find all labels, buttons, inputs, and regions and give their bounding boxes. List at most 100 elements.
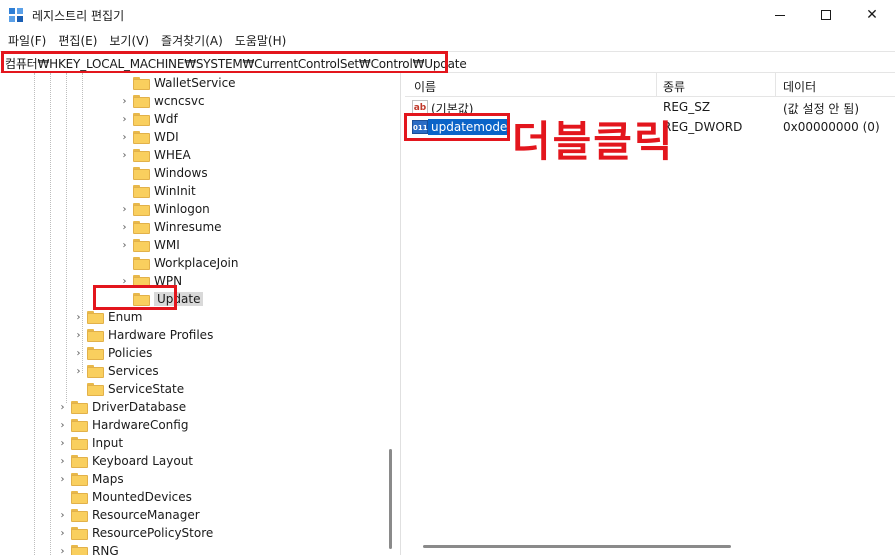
list-horizontal-scrollbar[interactable] xyxy=(405,537,895,555)
tree-item-label: Wdf xyxy=(154,112,178,126)
chevron-right-icon[interactable]: › xyxy=(58,474,67,485)
tree-item-label: Enum xyxy=(108,310,143,324)
folder-icon xyxy=(133,274,150,288)
maximize-button[interactable] xyxy=(803,0,849,30)
chevron-right-icon[interactable]: › xyxy=(120,276,129,287)
tree-item[interactable]: › DriverDatabase xyxy=(58,398,187,416)
folder-icon xyxy=(71,544,88,555)
tree-item[interactable]: › Input xyxy=(58,434,124,452)
tree-item-label: Input xyxy=(92,436,124,450)
tree-item[interactable]: › Winresume xyxy=(120,218,222,236)
tree-item[interactable]: WalletService xyxy=(120,74,236,92)
tree-item-label: DriverDatabase xyxy=(92,400,187,414)
tree-item[interactable]: › Maps xyxy=(58,470,124,488)
chevron-right-icon[interactable]: › xyxy=(58,510,67,521)
chevron-right-icon[interactable]: › xyxy=(74,312,83,323)
chevron-right-icon[interactable]: › xyxy=(74,330,83,341)
chevron-right-icon[interactable]: › xyxy=(120,222,129,233)
chevron-right-icon[interactable]: › xyxy=(120,132,129,143)
chevron-right-icon[interactable]: › xyxy=(58,438,67,449)
tree-scrollbar[interactable] xyxy=(385,73,400,555)
tree-item[interactable]: › WHEA xyxy=(120,146,191,164)
chevron-right-icon[interactable]: › xyxy=(58,456,67,467)
tree-item-label: MountedDevices xyxy=(92,490,192,504)
menu-edit[interactable]: 편집(E) xyxy=(52,32,103,49)
tree-item[interactable]: › Keyboard Layout xyxy=(58,452,194,470)
tree-item-label: wcncsvc xyxy=(154,94,205,108)
address-bar[interactable]: 컴퓨터₩HKEY_LOCAL_MACHINE₩SYSTEM₩CurrentCon… xyxy=(0,51,895,73)
tree-guide-line xyxy=(66,73,67,403)
menu-favorites[interactable]: 즐겨찾기(A) xyxy=(155,32,229,49)
tree-item[interactable]: › ResourcePolicyStore xyxy=(58,524,214,542)
tree-item[interactable]: › WDI xyxy=(120,128,179,146)
tree-item-label: WalletService xyxy=(154,76,236,90)
chevron-right-icon[interactable]: › xyxy=(120,96,129,107)
tree-item[interactable]: › Hardware Profiles xyxy=(74,326,214,344)
folder-icon xyxy=(71,400,88,414)
tree-item[interactable]: › Policies xyxy=(74,344,153,362)
folder-icon xyxy=(71,472,88,486)
tree-item[interactable]: › wcncsvc xyxy=(120,92,205,110)
tree-item[interactable]: MountedDevices xyxy=(58,488,192,506)
folder-icon xyxy=(87,310,104,324)
tree-item-label: WHEA xyxy=(154,148,191,162)
column-separator[interactable] xyxy=(775,73,776,97)
value-name-selected[interactable]: updatemode xyxy=(428,119,511,135)
folder-icon xyxy=(71,418,88,432)
chevron-right-icon[interactable]: › xyxy=(74,348,83,359)
chevron-right-icon[interactable]: › xyxy=(58,528,67,539)
value-name: (기본값) xyxy=(431,102,474,116)
double-click-annotation: 더블클릭 xyxy=(512,117,675,166)
menu-help[interactable]: 도움말(H) xyxy=(229,32,293,49)
column-data[interactable]: 데이터 xyxy=(783,78,816,95)
close-button[interactable]: ✕ xyxy=(849,0,895,30)
tree-item[interactable]: › HardwareConfig xyxy=(58,416,189,434)
tree-item-label: ResourcePolicyStore xyxy=(92,526,214,540)
tree-item[interactable]: WorkplaceJoin xyxy=(120,254,239,272)
chevron-right-icon[interactable]: › xyxy=(74,366,83,377)
tree-item[interactable]: › Winlogon xyxy=(120,200,210,218)
folder-icon xyxy=(71,436,88,450)
value-data: 0x00000000 (0) xyxy=(783,120,880,134)
tree-item-label: Maps xyxy=(92,472,124,486)
tree-item[interactable]: › Services xyxy=(74,362,159,380)
chevron-right-icon[interactable]: › xyxy=(120,114,129,125)
tree-item-label: Winlogon xyxy=(154,202,210,216)
title-bar[interactable]: 레지스트리 편집기 ✕ xyxy=(0,0,895,30)
chevron-right-icon[interactable]: › xyxy=(58,402,67,413)
tree-item[interactable]: › WPN xyxy=(120,272,183,290)
menu-view[interactable]: 보기(V) xyxy=(103,32,155,49)
tree-item[interactable]: Windows xyxy=(120,164,208,182)
folder-icon xyxy=(133,130,150,144)
tree-item[interactable]: › Enum xyxy=(74,308,143,326)
tree-scrollbar-thumb[interactable] xyxy=(389,449,392,549)
tree-item[interactable]: Update xyxy=(120,290,204,308)
chevron-right-icon[interactable]: › xyxy=(58,546,67,555)
folder-icon xyxy=(71,526,88,540)
minimize-button[interactable] xyxy=(757,0,803,30)
list-scrollbar-thumb[interactable] xyxy=(423,545,731,548)
chevron-right-icon[interactable]: › xyxy=(58,420,67,431)
folder-icon xyxy=(133,166,150,180)
tree-item[interactable]: › RNG xyxy=(58,542,119,555)
column-type[interactable]: 종류 xyxy=(663,78,685,95)
tree-item[interactable]: ServiceState xyxy=(74,380,184,398)
tree-item[interactable]: › WMI xyxy=(120,236,180,254)
column-separator[interactable] xyxy=(656,73,657,97)
folder-icon xyxy=(133,76,150,90)
chevron-right-icon[interactable]: › xyxy=(120,204,129,215)
key-tree[interactable]: WalletService › wcncsvc › Wdf › WDI › WHEA Window… xyxy=(0,73,400,555)
tree-item[interactable]: WinInit xyxy=(120,182,196,200)
address-path[interactable]: 컴퓨터₩HKEY_LOCAL_MACHINE₩SYSTEM₩CurrentCon… xyxy=(5,55,467,72)
tree-item-label: WinInit xyxy=(154,184,196,198)
tree-item[interactable]: › ResourceManager xyxy=(58,506,200,524)
column-name[interactable]: 이름 xyxy=(414,78,436,95)
chevron-right-icon[interactable]: › xyxy=(120,150,129,161)
tree-item[interactable]: › Wdf xyxy=(120,110,178,128)
menu-file[interactable]: 파일(F) xyxy=(2,32,52,49)
tree-item-label: WMI xyxy=(154,238,180,252)
chevron-right-icon[interactable]: › xyxy=(120,240,129,251)
